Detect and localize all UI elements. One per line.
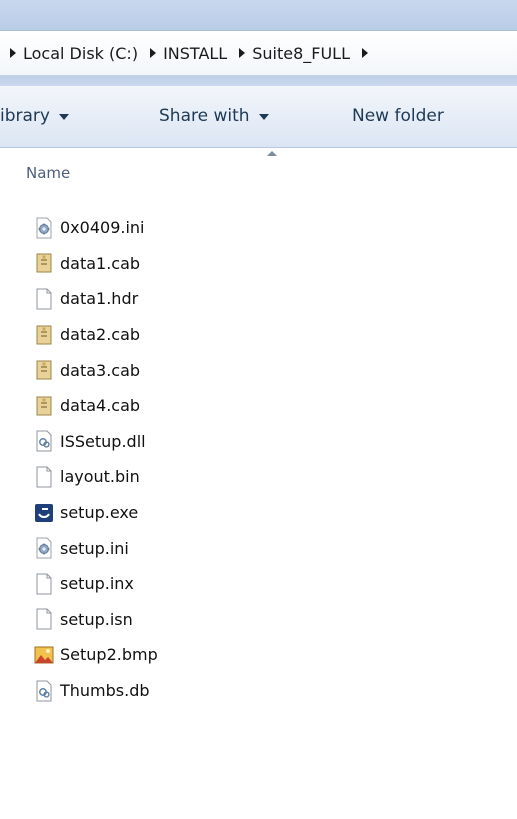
column-header-name[interactable]: Name [26, 164, 70, 182]
file-item-data4-cab[interactable]: data4.cab [0, 388, 517, 424]
column-header: Name [0, 148, 517, 192]
chevron-right-icon [239, 48, 246, 58]
file-item-data3-cab[interactable]: data3.cab [0, 352, 517, 388]
file-list: 0x0409.ini data1.cab data1.hdr data2.cab… [0, 210, 517, 708]
chevron-right-icon [362, 48, 368, 58]
settings-file-icon [34, 217, 54, 239]
blank-file-icon [34, 573, 54, 595]
file-item-0x0409-ini[interactable]: 0x0409.ini [0, 210, 517, 246]
cabinet-file-icon [34, 252, 54, 274]
title-strip [0, 0, 517, 30]
library-label: ibrary [0, 106, 50, 126]
file-item-setup-exe[interactable]: setup.exe [0, 495, 517, 531]
share-with-label: Share with [159, 106, 250, 126]
new-folder-label: New folder [352, 106, 444, 126]
file-name: layout.bin [60, 467, 140, 487]
file-name: setup.ini [60, 538, 129, 558]
breadcrumb-local-disk[interactable]: Local Disk (C:) [10, 44, 138, 63]
chevron-right-icon [10, 48, 16, 58]
file-item-thumbs-db[interactable]: Thumbs.db [0, 673, 517, 709]
file-name: 0x0409.ini [60, 218, 145, 238]
chevron-down-icon [258, 114, 269, 120]
file-item-data2-cab[interactable]: data2.cab [0, 317, 517, 353]
toolbar-separator [0, 76, 517, 86]
file-name: data4.cab [60, 396, 141, 416]
breadcrumb-label: Suite8_FULL [252, 43, 350, 63]
file-name: ISSetup.dll [60, 431, 146, 451]
cabinet-file-icon [34, 359, 54, 381]
explorer-window: Local Disk (C:) INSTALL Suite8_FULL ibra… [0, 0, 517, 819]
file-name: data3.cab [60, 360, 141, 380]
installer-icon [34, 502, 54, 524]
command-toolbar: ibrary Share with New folder [0, 86, 517, 148]
blank-file-icon [34, 288, 54, 310]
blank-file-icon [34, 608, 54, 630]
cabinet-file-icon [34, 395, 54, 417]
address-bar[interactable]: Local Disk (C:) INSTALL Suite8_FULL [0, 30, 517, 76]
file-item-data1-cab[interactable]: data1.cab [0, 246, 517, 282]
file-name: data1.hdr [60, 289, 139, 309]
library-button[interactable]: ibrary [0, 106, 69, 126]
file-name: data2.cab [60, 325, 141, 345]
breadcrumb-label: Local Disk (C:) [23, 43, 139, 63]
dll-file-icon [34, 430, 54, 452]
file-name: setup.exe [60, 503, 139, 523]
file-item-setup2-bmp[interactable]: Setup2.bmp [0, 637, 517, 673]
file-item-setup-inx[interactable]: setup.inx [0, 566, 517, 602]
breadcrumb-label: INSTALL [163, 43, 228, 63]
file-item-data1-hdr[interactable]: data1.hdr [0, 281, 517, 317]
file-item-layout-bin[interactable]: layout.bin [0, 459, 517, 495]
bitmap-image-icon [34, 644, 54, 666]
settings-file-icon [34, 537, 54, 559]
new-folder-button[interactable]: New folder [352, 106, 444, 126]
dll-file-icon [34, 680, 54, 702]
file-item-issetup-dll[interactable]: ISSetup.dll [0, 424, 517, 460]
breadcrumb-install[interactable]: INSTALL [150, 44, 227, 63]
sort-ascending-icon [267, 151, 277, 156]
chevron-down-icon [58, 114, 69, 120]
file-name: setup.inx [60, 574, 134, 594]
file-name: Setup2.bmp [60, 645, 158, 665]
file-name: data1.cab [60, 253, 141, 273]
breadcrumb-suite8-full[interactable]: Suite8_FULL [239, 44, 350, 63]
file-item-setup-ini[interactable]: setup.ini [0, 530, 517, 566]
file-item-setup-isn[interactable]: setup.isn [0, 602, 517, 638]
chevron-right-icon [150, 48, 157, 58]
breadcrumb-expand-button[interactable] [362, 48, 368, 58]
cabinet-file-icon [34, 324, 54, 346]
file-name: Thumbs.db [60, 681, 150, 701]
share-with-button[interactable]: Share with [159, 106, 269, 126]
file-name: setup.isn [60, 609, 133, 629]
blank-file-icon [34, 466, 54, 488]
